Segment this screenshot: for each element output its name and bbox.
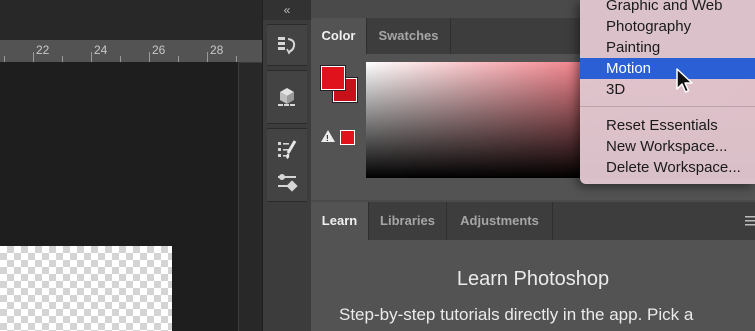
dock-group-brush (267, 128, 307, 202)
menu-item-photography[interactable]: Photography (580, 16, 755, 37)
menu-item-painting[interactable]: Painting (580, 37, 755, 58)
ruler-tick (149, 52, 150, 62)
foreground-color-swatch[interactable] (320, 65, 346, 91)
menu-item-delete-workspace[interactable]: Delete Workspace... (580, 157, 755, 178)
tab-learn[interactable]: Learn (311, 202, 369, 240)
tab-color[interactable]: Color (311, 18, 367, 54)
3d-object-icon[interactable] (273, 83, 301, 109)
panel-icon-dock: « (262, 0, 312, 331)
ruler-tick (33, 52, 34, 62)
ruler-label: 22 (36, 43, 50, 57)
document-area: 22 24 26 28 (0, 0, 262, 331)
gamut-correction-swatch[interactable] (340, 130, 355, 145)
panel-menu-icon[interactable] (745, 215, 755, 227)
learn-panel-subtitle: Step-by-step tutorials directly in the a… (339, 305, 694, 324)
dock-group-3d (267, 70, 307, 124)
menu-item-new-workspace[interactable]: New Workspace... (580, 136, 755, 157)
menu-item-graphic-and-web[interactable]: Graphic and Web (580, 0, 755, 16)
properties-list-icon[interactable] (273, 137, 301, 163)
history-icon[interactable] (273, 32, 301, 58)
tab-swatches[interactable]: Swatches (367, 18, 451, 54)
tab-libraries[interactable]: Libraries (369, 202, 447, 240)
gamut-warning-mark: ! (326, 134, 329, 143)
collapse-panels-button[interactable]: « (263, 0, 311, 20)
ruler-label: 26 (152, 43, 166, 57)
tab-adjustments[interactable]: Adjustments (447, 202, 553, 240)
menu-item-motion[interactable]: Motion (580, 58, 755, 79)
ruler-tick (91, 52, 92, 62)
learn-panel-tab-bar: Learn Libraries Adjustments (311, 202, 755, 240)
learn-panel-title: Learn Photoshop (456, 268, 610, 290)
transparent-canvas[interactable] (0, 246, 172, 331)
menu-separator (580, 106, 755, 107)
workspace-menu: Graphic and Web Photography Painting Mot… (580, 0, 755, 184)
mouse-pointer-icon (676, 68, 693, 93)
brush-settings-icon[interactable] (273, 169, 301, 195)
ruler-tick (207, 52, 208, 62)
menu-item-reset-essentials[interactable]: Reset Essentials (580, 115, 755, 136)
menu-item-3d[interactable]: 3D (580, 79, 755, 100)
dock-group-history (267, 24, 307, 66)
horizontal-ruler: 22 24 26 28 (0, 40, 262, 63)
ruler-label: 28 (210, 43, 224, 57)
ruler-label: 24 (94, 43, 108, 57)
